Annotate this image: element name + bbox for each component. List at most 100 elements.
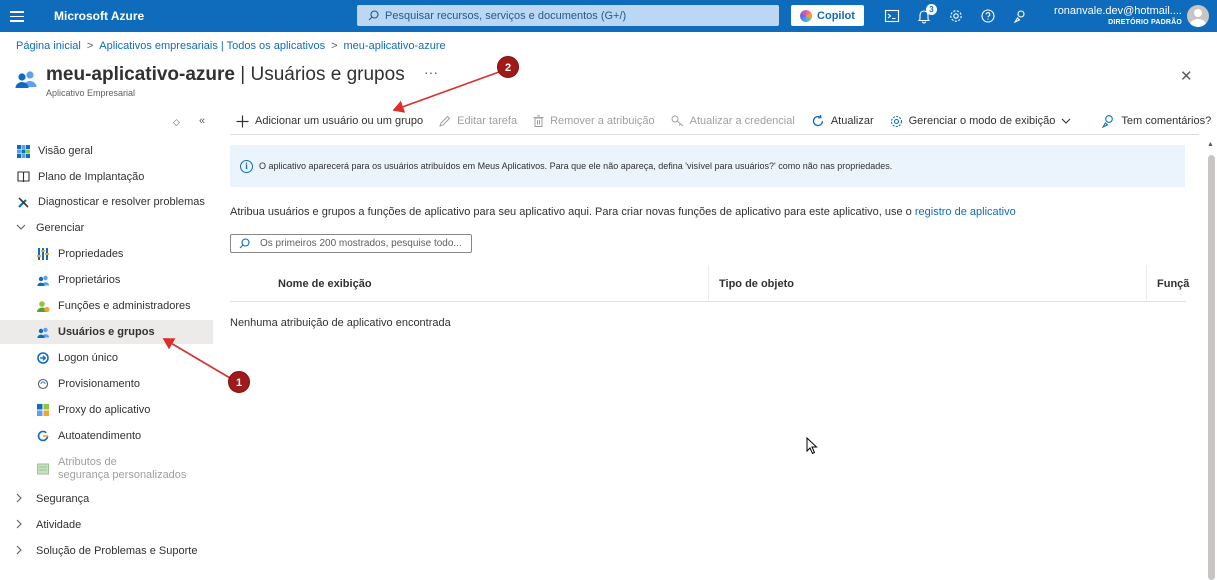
annotation-marker-1: 1 xyxy=(228,371,250,393)
sidebar-item-label: Funções e administradores xyxy=(58,300,191,312)
book-icon xyxy=(16,170,30,184)
pencil-icon xyxy=(439,115,451,127)
search-icon xyxy=(368,10,379,21)
sidebar-group-security[interactable]: Segurança xyxy=(0,487,213,511)
global-search-input[interactable]: Pesquisar recursos, serviços e documento… xyxy=(357,5,779,26)
assignment-description: Atribua usuários e grupos a funções de a… xyxy=(230,206,1016,218)
feedback-icon xyxy=(1102,115,1114,128)
breadcrumb-current-app[interactable]: meu-aplicativo-azure xyxy=(344,40,446,52)
gear-icon xyxy=(890,115,902,127)
sidebar-item-label: Solução de Problemas e Suporte xyxy=(36,545,198,557)
manage-view-label: Gerenciar o modo de exibição xyxy=(908,115,1056,127)
scroll-up-arrow-icon[interactable]: ▲ xyxy=(1207,141,1214,148)
sidebar-item-provisioning[interactable]: Provisionamento xyxy=(0,372,213,396)
annotation-marker-2: 2 xyxy=(497,56,519,78)
column-divider[interactable] xyxy=(1146,265,1147,302)
scrollbar-thumb[interactable] xyxy=(1208,155,1215,580)
remove-assignment-button[interactable]: Remover a atribuição xyxy=(533,115,655,127)
avatar[interactable] xyxy=(1187,5,1209,27)
refresh-icon xyxy=(812,114,823,127)
chevron-right-icon xyxy=(16,493,26,506)
page-title: meu-aplicativo-azure | Usuários e grupos xyxy=(46,64,405,86)
refresh-label: Atualizar xyxy=(830,115,874,127)
breadcrumb-enterprise-apps[interactable]: Aplicativos empresariais | Todos os apli… xyxy=(99,40,325,52)
settings-gear-icon[interactable] xyxy=(948,8,964,24)
update-credential-button[interactable]: Atualizar a credencial xyxy=(671,115,795,127)
sidebar-item-label: Atividade xyxy=(36,519,82,531)
copilot-button[interactable]: Copilot xyxy=(791,5,864,26)
breadcrumb-separator: > xyxy=(86,40,94,52)
notification-badge: 3 xyxy=(926,4,937,15)
app-registration-link[interactable]: registro de aplicativo xyxy=(915,206,1016,218)
copilot-icon xyxy=(800,9,813,22)
refresh-button[interactable]: Atualizar xyxy=(811,114,874,128)
sidebar-toggle-icon[interactable]: ◇ xyxy=(173,117,180,128)
sidebar-collapse-icon[interactable]: « xyxy=(199,115,205,127)
chevron-down-icon xyxy=(1061,118,1071,124)
remove-assignment-label: Remover a atribuição xyxy=(550,115,655,127)
help-icon[interactable] xyxy=(980,8,996,24)
close-icon[interactable]: ✕ xyxy=(1180,67,1193,85)
sidebar-item-users-groups[interactable]: Usuários e grupos xyxy=(0,320,213,344)
users-icon xyxy=(36,325,50,339)
edit-assignment-button[interactable]: Editar tarefa xyxy=(439,115,517,127)
selfservice-icon xyxy=(36,429,50,443)
sidebar-item-deployment-plan[interactable]: Plano de Implantação xyxy=(0,165,213,189)
sidebar-item-diagnose[interactable]: Diagnosticar e resolver problemas xyxy=(0,190,213,214)
user-email[interactable]: ronanvale.dev@hotmail.... xyxy=(1046,5,1182,17)
sidebar-item-label-line1: Atributos de xyxy=(58,456,117,468)
search-placeholder: Pesquisar recursos, serviços e documento… xyxy=(385,9,627,22)
hamburger-menu-icon[interactable] xyxy=(10,8,24,24)
info-icon: i xyxy=(240,159,253,173)
empty-table-message: Nenhuma atribuição de aplicativo encontr… xyxy=(230,317,451,329)
sidebar-group-troubleshooting[interactable]: Solução de Problemas e Suporte xyxy=(0,539,213,563)
sidebar-group-manage[interactable]: Gerenciar xyxy=(0,216,213,240)
sidebar-item-self-service[interactable]: Autoatendimento xyxy=(0,424,213,448)
sidebar-item-app-proxy[interactable]: Proxy do aplicativo xyxy=(0,398,213,422)
grid-icon xyxy=(16,144,30,158)
sidebar-item-label: Logon único xyxy=(58,352,118,364)
add-user-group-button[interactable]: Adicionar um usuário ou um grupo xyxy=(236,115,423,128)
feedback-label: Tem comentários? xyxy=(1121,115,1212,127)
info-banner-text: O aplicativo aparecerá para os usuários … xyxy=(259,161,893,171)
sidebar-item-label: Visão geral xyxy=(38,145,93,157)
page-title-separator: | xyxy=(235,64,251,85)
attributes-icon xyxy=(36,462,50,476)
feedback-button[interactable]: Tem comentários? xyxy=(1101,114,1211,128)
sidebar-item-label: Atributos de segurança personalizados xyxy=(58,456,186,482)
search-users-input[interactable]: Os primeiros 200 mostrados, pesquise tod… xyxy=(230,234,472,253)
column-object-type[interactable]: Tipo de objeto xyxy=(719,265,794,302)
sidebar-item-label: Usuários e grupos xyxy=(58,326,155,338)
sidebar-item-overview[interactable]: Visão geral xyxy=(0,139,213,163)
sidebar-item-owners[interactable]: Proprietários xyxy=(0,268,213,292)
sidebar-item-label: Gerenciar xyxy=(36,222,85,234)
sidebar-item-label: Proxy do aplicativo xyxy=(58,404,151,416)
sidebar-item-label: Proprietários xyxy=(58,274,121,286)
more-options-icon[interactable]: ··· xyxy=(424,64,438,80)
edit-assignment-label: Editar tarefa xyxy=(457,115,518,127)
sidebar-item-label: Diagnosticar e resolver problemas xyxy=(38,196,205,208)
sidebar-item-sso[interactable]: Logon único xyxy=(0,346,213,370)
chevron-right-icon xyxy=(16,545,26,558)
sidebar-item-roles-admins[interactable]: Funções e administradores xyxy=(0,294,213,318)
breadcrumb-home[interactable]: Página inicial xyxy=(16,40,81,52)
add-user-group-label: Adicionar um usuário ou um grupo xyxy=(255,115,424,127)
sidebar-item-label: Autoatendimento xyxy=(58,430,142,442)
feedback-icon[interactable] xyxy=(1012,8,1028,24)
cloud-shell-icon[interactable] xyxy=(884,8,900,24)
brand-title[interactable]: Microsoft Azure xyxy=(54,9,144,23)
column-divider[interactable] xyxy=(708,265,709,302)
command-bar: Adicionar um usuário ou um grupo Editar … xyxy=(230,108,1211,135)
mouse-cursor-icon xyxy=(806,437,818,455)
sidebar-item-custom-security-attributes[interactable]: Atributos de segurança personalizados xyxy=(0,454,213,484)
search-users-placeholder: Os primeiros 200 mostrados, pesquise tod… xyxy=(260,238,462,249)
key-icon xyxy=(671,115,683,127)
sidebar-group-activity[interactable]: Atividade xyxy=(0,513,213,537)
sidebar-item-properties[interactable]: Propriedades xyxy=(0,242,213,266)
column-role[interactable]: Funçã xyxy=(1157,265,1189,302)
column-display-name[interactable]: Nome de exibição xyxy=(278,265,372,302)
table-header: Nome de exibição Tipo de objeto Funçã xyxy=(230,265,1189,302)
manage-view-button[interactable]: Gerenciar o modo de exibição xyxy=(890,115,1072,128)
top-bar: Microsoft Azure Pesquisar recursos, serv… xyxy=(0,0,1217,32)
proxy-icon xyxy=(36,403,50,417)
